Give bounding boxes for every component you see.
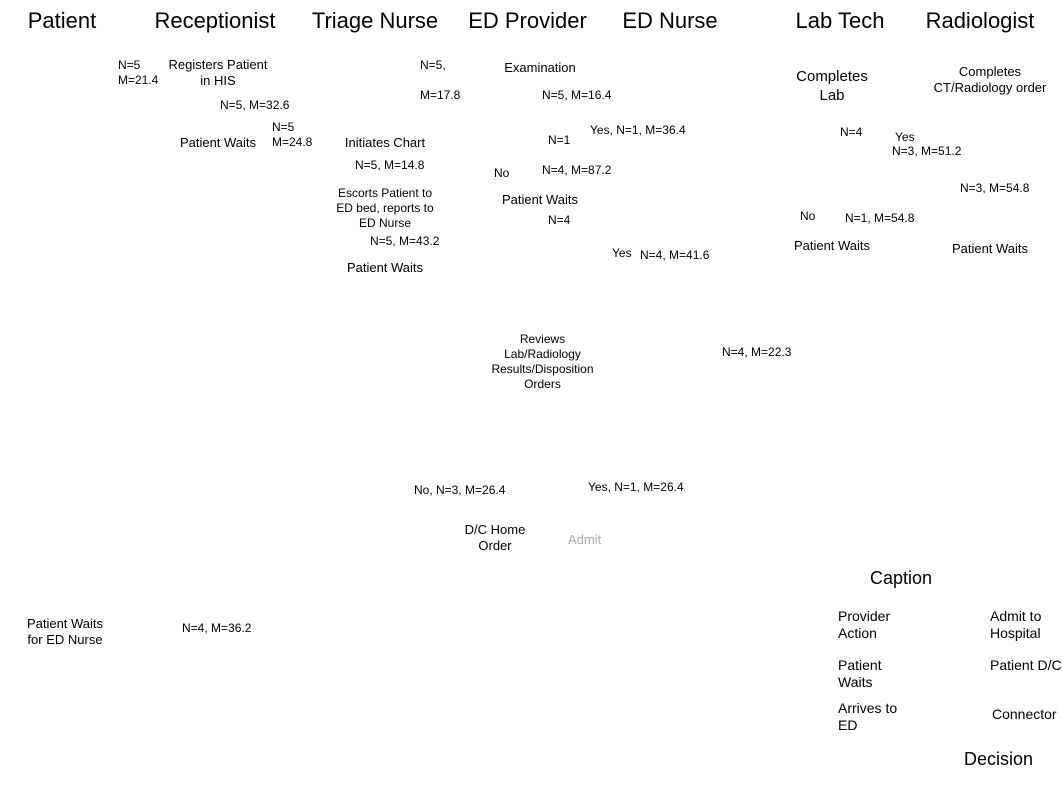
caption-waits: Patient Waits — [838, 657, 908, 691]
node-patient-waits-4: Patient Waits — [782, 238, 882, 254]
lane-receptionist: Receptionist — [140, 8, 290, 34]
edge-yes1: Yes, N=1, M=36.4 — [590, 123, 686, 138]
node-completes-lab: Completes Lab — [782, 68, 882, 106]
node-patient-waits-5: Patient Waits — [935, 241, 1045, 257]
edge-yes-b: Yes — [612, 246, 632, 261]
lane-radiologist: Radiologist — [900, 8, 1060, 34]
node-patient-waits-3: Patient Waits — [490, 192, 590, 208]
node-completes-radiology: Completes CT/Radiology order — [930, 64, 1050, 97]
edge-n4m362: N=4, M=36.2 — [182, 621, 251, 636]
caption-admit: Admit to Hospital — [990, 608, 1062, 642]
edge-n4b: N=4 — [840, 125, 862, 140]
node-escorts: Escorts Patient to ED bed, reports to ED… — [330, 186, 440, 231]
edge-n3m548: N=3, M=54.8 — [960, 181, 1029, 196]
lane-provider: ED Provider — [460, 8, 595, 34]
caption-connector: Connector — [992, 706, 1062, 723]
node-patient-waits-ednurse: Patient Waits for ED Nurse — [20, 616, 110, 649]
node-registers: Registers Patient in HIS — [168, 57, 268, 90]
node-patient-waits-1: Patient Waits — [168, 135, 268, 151]
lane-labtech: Lab Tech — [780, 8, 900, 34]
node-admit: Admit — [568, 532, 601, 548]
edge-n5m248: N=5 M=24.8 — [272, 120, 312, 150]
edge-n5m432: N=5, M=43.2 — [370, 234, 439, 249]
node-dchome: D/C Home Order — [450, 522, 540, 555]
node-reviews: Reviews Lab/Radiology Results/Dispositio… — [490, 332, 595, 392]
edge-n4m416: N=4, M=41.6 — [640, 248, 709, 263]
edge-n3m512: N=3, M=51.2 — [892, 144, 961, 159]
edge-no2: No — [800, 209, 815, 224]
edge-n1: N=1 — [548, 133, 570, 148]
node-examination: Examination — [490, 60, 590, 76]
edge-n4m872: N=4, M=87.2 — [542, 163, 611, 178]
caption-title: Caption — [870, 568, 932, 589]
edge-n5m178: N=5, M=17.8 — [420, 58, 460, 103]
edge-n4a: N=4 — [548, 213, 570, 228]
edge-n5m326: N=5, M=32.6 — [220, 98, 289, 113]
edge-n4m223: N=4, M=22.3 — [722, 345, 791, 360]
node-patient-waits-2: Patient Waits — [330, 260, 440, 276]
edge-n5m214: N=5 M=21.4 — [118, 58, 158, 88]
edge-yes-c: Yes — [895, 130, 915, 145]
node-initiates-chart: Initiates Chart — [330, 135, 440, 151]
caption-decision: Decision — [964, 749, 1033, 770]
lane-triage: Triage Nurse — [300, 8, 450, 34]
caption-arrives: Arrives to ED — [838, 700, 908, 734]
edge-yes3: Yes, N=1, M=26.4 — [588, 480, 684, 495]
caption-dch: Patient D/C Home — [990, 657, 1062, 674]
edge-n5m148: N=5, M=14.8 — [355, 158, 424, 173]
edge-n5m164: N=5, M=16.4 — [542, 88, 611, 103]
edge-no1: No — [494, 166, 509, 181]
lane-patient: Patient — [12, 8, 112, 34]
caption-provider: Provider Action — [838, 608, 908, 642]
lane-ednurse: ED Nurse — [610, 8, 730, 34]
edge-n1m548: N=1, M=54.8 — [845, 211, 914, 226]
edge-no3: No, N=3, M=26.4 — [414, 483, 505, 498]
